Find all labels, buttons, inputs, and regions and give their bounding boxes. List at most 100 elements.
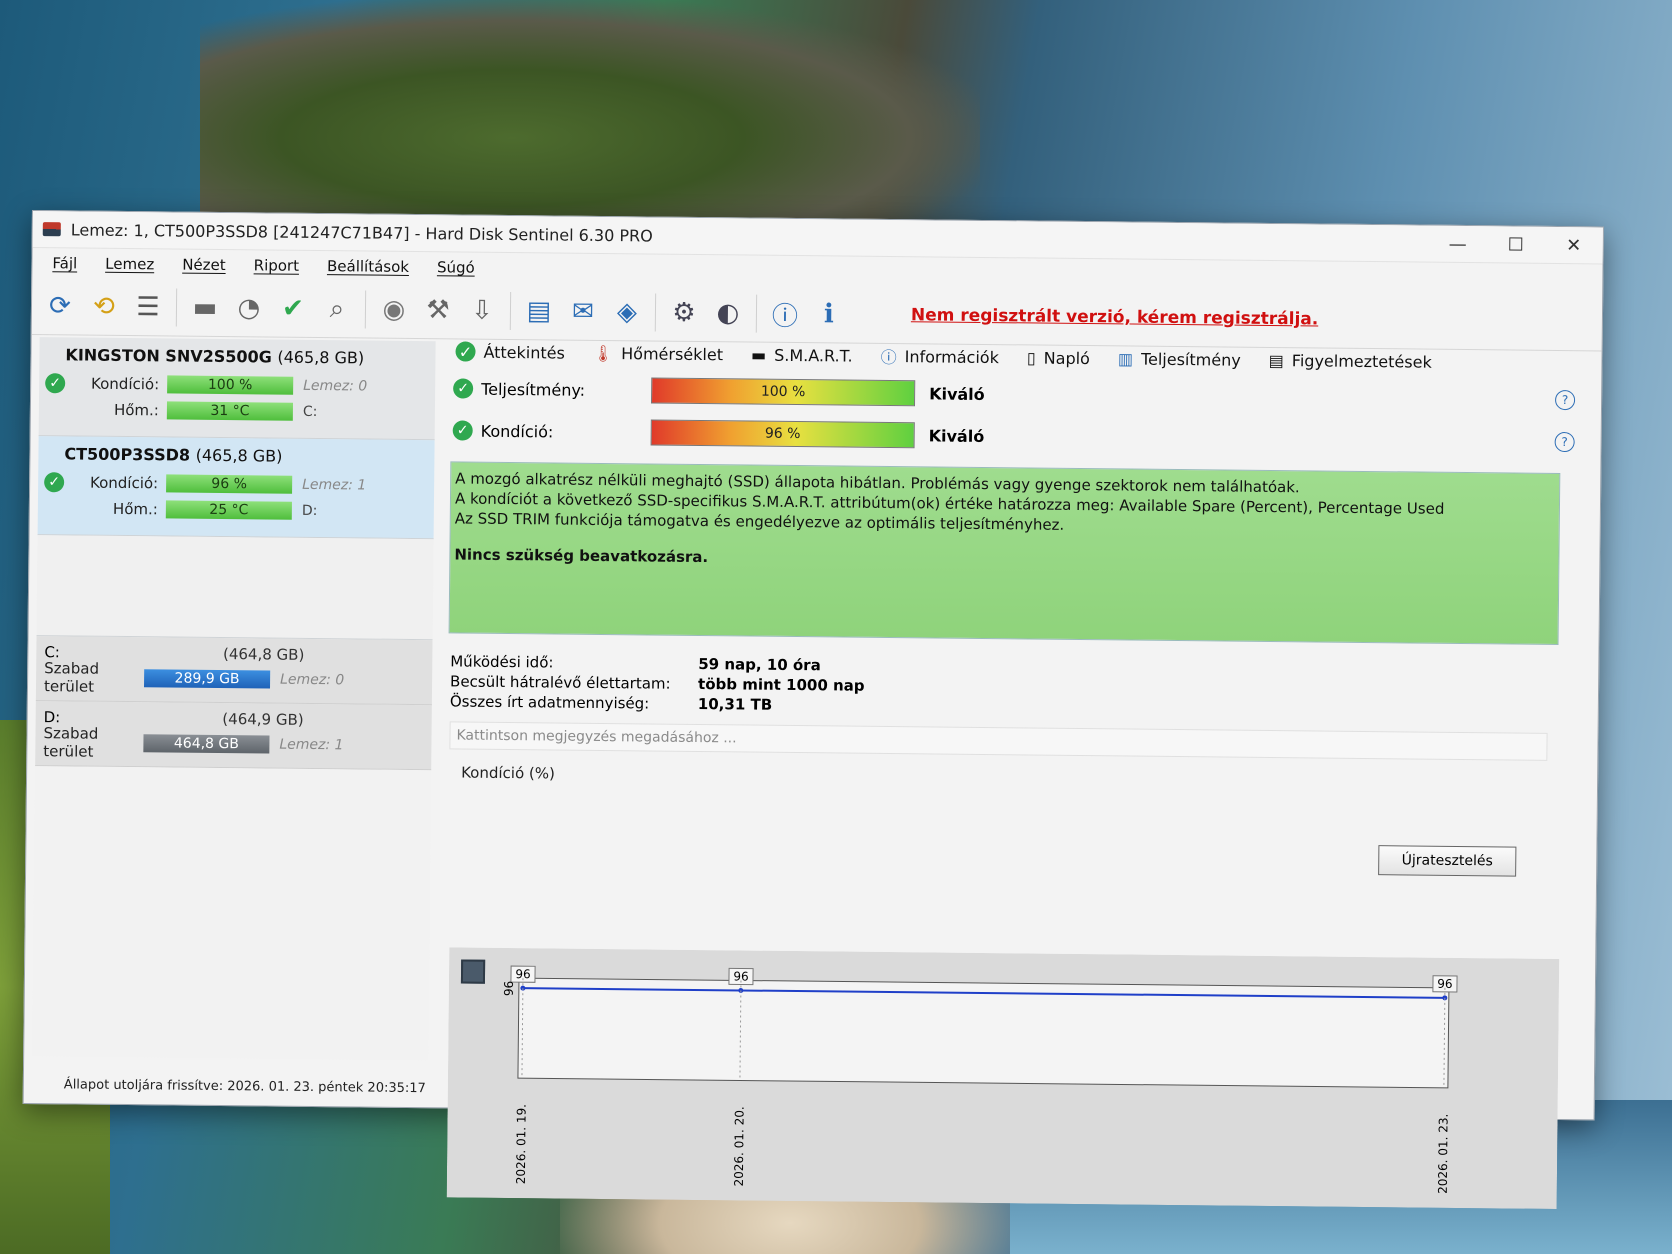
disk-name: KINGSTON SNV2S500G (465,8 GB): [45, 341, 429, 374]
tab-performance[interactable]: ▥ Teljesítmény: [1104, 349, 1255, 370]
disk-panel: KINGSTON SNV2S500G (465,8 GB) ✓ Kondíció…: [32, 337, 436, 1061]
written-value: 10,31 TB: [697, 695, 773, 714]
disk-icon[interactable]: ▬: [186, 289, 224, 327]
free-space-bar: 464,8 GB: [143, 734, 270, 754]
disk-check-icon[interactable]: ✔: [274, 290, 312, 328]
maximize-button[interactable]: ☐: [1487, 234, 1545, 256]
toolbar-separator: [755, 294, 758, 333]
performance-verdict: Kiváló: [929, 383, 985, 404]
partition-card-c[interactable]: C: (464,8 GB) Szabad terület 289,9 GB Le…: [35, 636, 433, 706]
save-icon[interactable]: [460, 959, 486, 984]
sound-icon[interactable]: ◐: [709, 294, 747, 332]
menu-disk[interactable]: Lemez: [91, 255, 168, 274]
menu-settings[interactable]: Beállítások: [313, 257, 423, 276]
alert-document-icon: ▤: [1268, 350, 1284, 370]
status-action: Nincs szükség beavatkozásra.: [454, 545, 709, 567]
app-window: Lemez: 1, CT500P3SSD8 [241247C71B47] - H…: [22, 210, 1604, 1210]
health-label: Kondíció:: [90, 374, 160, 394]
overview-panel: ✓ Áttekintés 🌡 Hőmérséklet ▬ S.M.A.R.T. …: [434, 335, 1591, 1210]
status-bar: Állapot utoljára frissítve: 2026. 01. 23…: [63, 1077, 426, 1097]
tab-smart[interactable]: ▬ S.M.A.R.T.: [737, 345, 867, 365]
check-icon: ✓: [453, 378, 474, 399]
network-icon[interactable]: ◈: [608, 293, 646, 331]
tab-label: Figyelmeztetések: [1291, 350, 1432, 372]
free-label: Szabad terület: [43, 659, 100, 696]
drive-export-icon[interactable]: ⇩: [463, 292, 501, 330]
menu-file[interactable]: Fájl: [38, 254, 91, 273]
y-tick-label: 96: [502, 981, 516, 996]
drive-tools-icon[interactable]: ⚒: [419, 291, 457, 329]
disk-name: CT500P3SSD8 (465,8 GB): [44, 440, 428, 473]
chart-title: Kondíció (%): [461, 763, 556, 783]
tab-information[interactable]: ⓘ Információk: [867, 344, 1014, 370]
close-button[interactable]: ✕: [1545, 234, 1603, 256]
help-icon[interactable]: ?: [1554, 389, 1576, 411]
menu-help[interactable]: Súgó: [423, 258, 489, 277]
toolbar-separator: [364, 290, 367, 329]
partition-list-empty: [32, 766, 432, 1061]
disk-health-row: ✓ Kondíció: 96 % Lemez: 1: [44, 469, 428, 499]
mail-icon[interactable]: ✉: [564, 293, 602, 331]
note-input[interactable]: Kattintson megjegyzés megadásához ...: [449, 721, 1548, 761]
register-link[interactable]: Nem regisztrált verzió, kérem regisztrál…: [911, 305, 1319, 329]
partition-size: (464,9 GB): [222, 710, 304, 729]
refresh-alert-icon[interactable]: ⟲: [85, 288, 123, 326]
menu-view[interactable]: Nézet: [168, 255, 240, 274]
partition-free-row: Szabad terület 464,8 GB Lemez: 1: [43, 724, 423, 761]
menu-report[interactable]: Riport: [240, 256, 314, 275]
performance-label: Teljesítmény:: [481, 379, 586, 400]
help-icon[interactable]: ⓘ: [766, 295, 804, 333]
toolbar-separator: [654, 293, 657, 332]
disk-list-empty: [36, 535, 434, 641]
partition-free-row: Szabad terület 289,9 GB Lemez: 0: [44, 659, 424, 696]
disk-name-text: CT500P3SSD8: [64, 444, 191, 465]
drive-letter: C:: [302, 403, 318, 420]
health-bar: 96 %: [650, 419, 915, 449]
info-icon[interactable]: ℹ: [810, 295, 848, 333]
refresh-icon[interactable]: ⟳: [41, 287, 79, 325]
temp-bar: 25 °C: [165, 500, 292, 520]
disk-temp-row: Hőm.: 25 °C D:: [44, 495, 428, 525]
tab-alerts[interactable]: ▤ Figyelmeztetések: [1255, 350, 1446, 371]
disk-index: Lemez: 1: [302, 476, 367, 494]
background-cliff: [200, 0, 980, 230]
toolbar-separator: [509, 292, 512, 331]
disk-temp-row: Hőm.: 31 °C C:: [45, 396, 429, 426]
temp-label: Hőm.:: [112, 499, 158, 519]
partition-card-d[interactable]: D: (464,9 GB) Szabad terület 464,8 GB Le…: [35, 701, 432, 771]
chart-icon: ▥: [1117, 348, 1134, 369]
tab-overview[interactable]: ✓ Áttekintés: [441, 341, 579, 362]
toolbar-separator: [175, 288, 178, 327]
report-icon[interactable]: ▤: [520, 292, 558, 330]
document-icon: ▯: [1026, 347, 1036, 368]
disk-card-crucial[interactable]: CT500P3SSD8 (465,8 GB) ✓ Kondíció: 96 % …: [37, 436, 435, 540]
gear-icon[interactable]: ⚙: [665, 294, 703, 332]
temp-bar: 31 °C: [166, 401, 293, 421]
free-label: Szabad terület: [43, 724, 99, 761]
uptime-label: Működési idő:: [450, 652, 554, 672]
tab-label: Napló: [1043, 348, 1090, 368]
disk-card-kingston[interactable]: KINGSTON SNV2S500G (465,8 GB) ✓ Kondíció…: [38, 337, 436, 441]
disk-list-icon[interactable]: ☰: [129, 288, 167, 326]
retest-button[interactable]: Újratesztelés: [1378, 845, 1517, 877]
tab-label: Teljesítmény: [1140, 349, 1241, 370]
disk-schedule-icon[interactable]: ◔: [230, 289, 268, 327]
hdd-icon[interactable]: ◉: [375, 291, 413, 329]
performance-bar: 100 %: [651, 377, 916, 407]
lifetime-value: több mint 1000 nap: [697, 675, 865, 695]
temp-label: Hőm.:: [113, 400, 160, 420]
disk-search-icon[interactable]: ⌕: [318, 290, 356, 328]
disk-icon: ▬: [750, 345, 767, 365]
disk-health-row: ✓ Kondíció: 100 % Lemez: 0: [45, 370, 429, 400]
uptime-value: 59 nap, 10 óra: [698, 655, 821, 675]
plot-area: [517, 977, 1450, 1089]
partition-disk: Lemez: 1: [279, 736, 344, 754]
help-icon[interactable]: ?: [1554, 431, 1575, 453]
partition-size: (464,8 GB): [222, 645, 305, 664]
disk-index: Lemez: 0: [303, 377, 368, 395]
disk-size: (465,8 GB): [195, 445, 283, 466]
tab-temperature[interactable]: 🌡 Hőmérséklet: [579, 343, 737, 364]
minimize-button[interactable]: —: [1429, 233, 1487, 255]
tab-log[interactable]: ▯ Napló: [1013, 348, 1104, 368]
info-icon: ⓘ: [880, 347, 897, 368]
